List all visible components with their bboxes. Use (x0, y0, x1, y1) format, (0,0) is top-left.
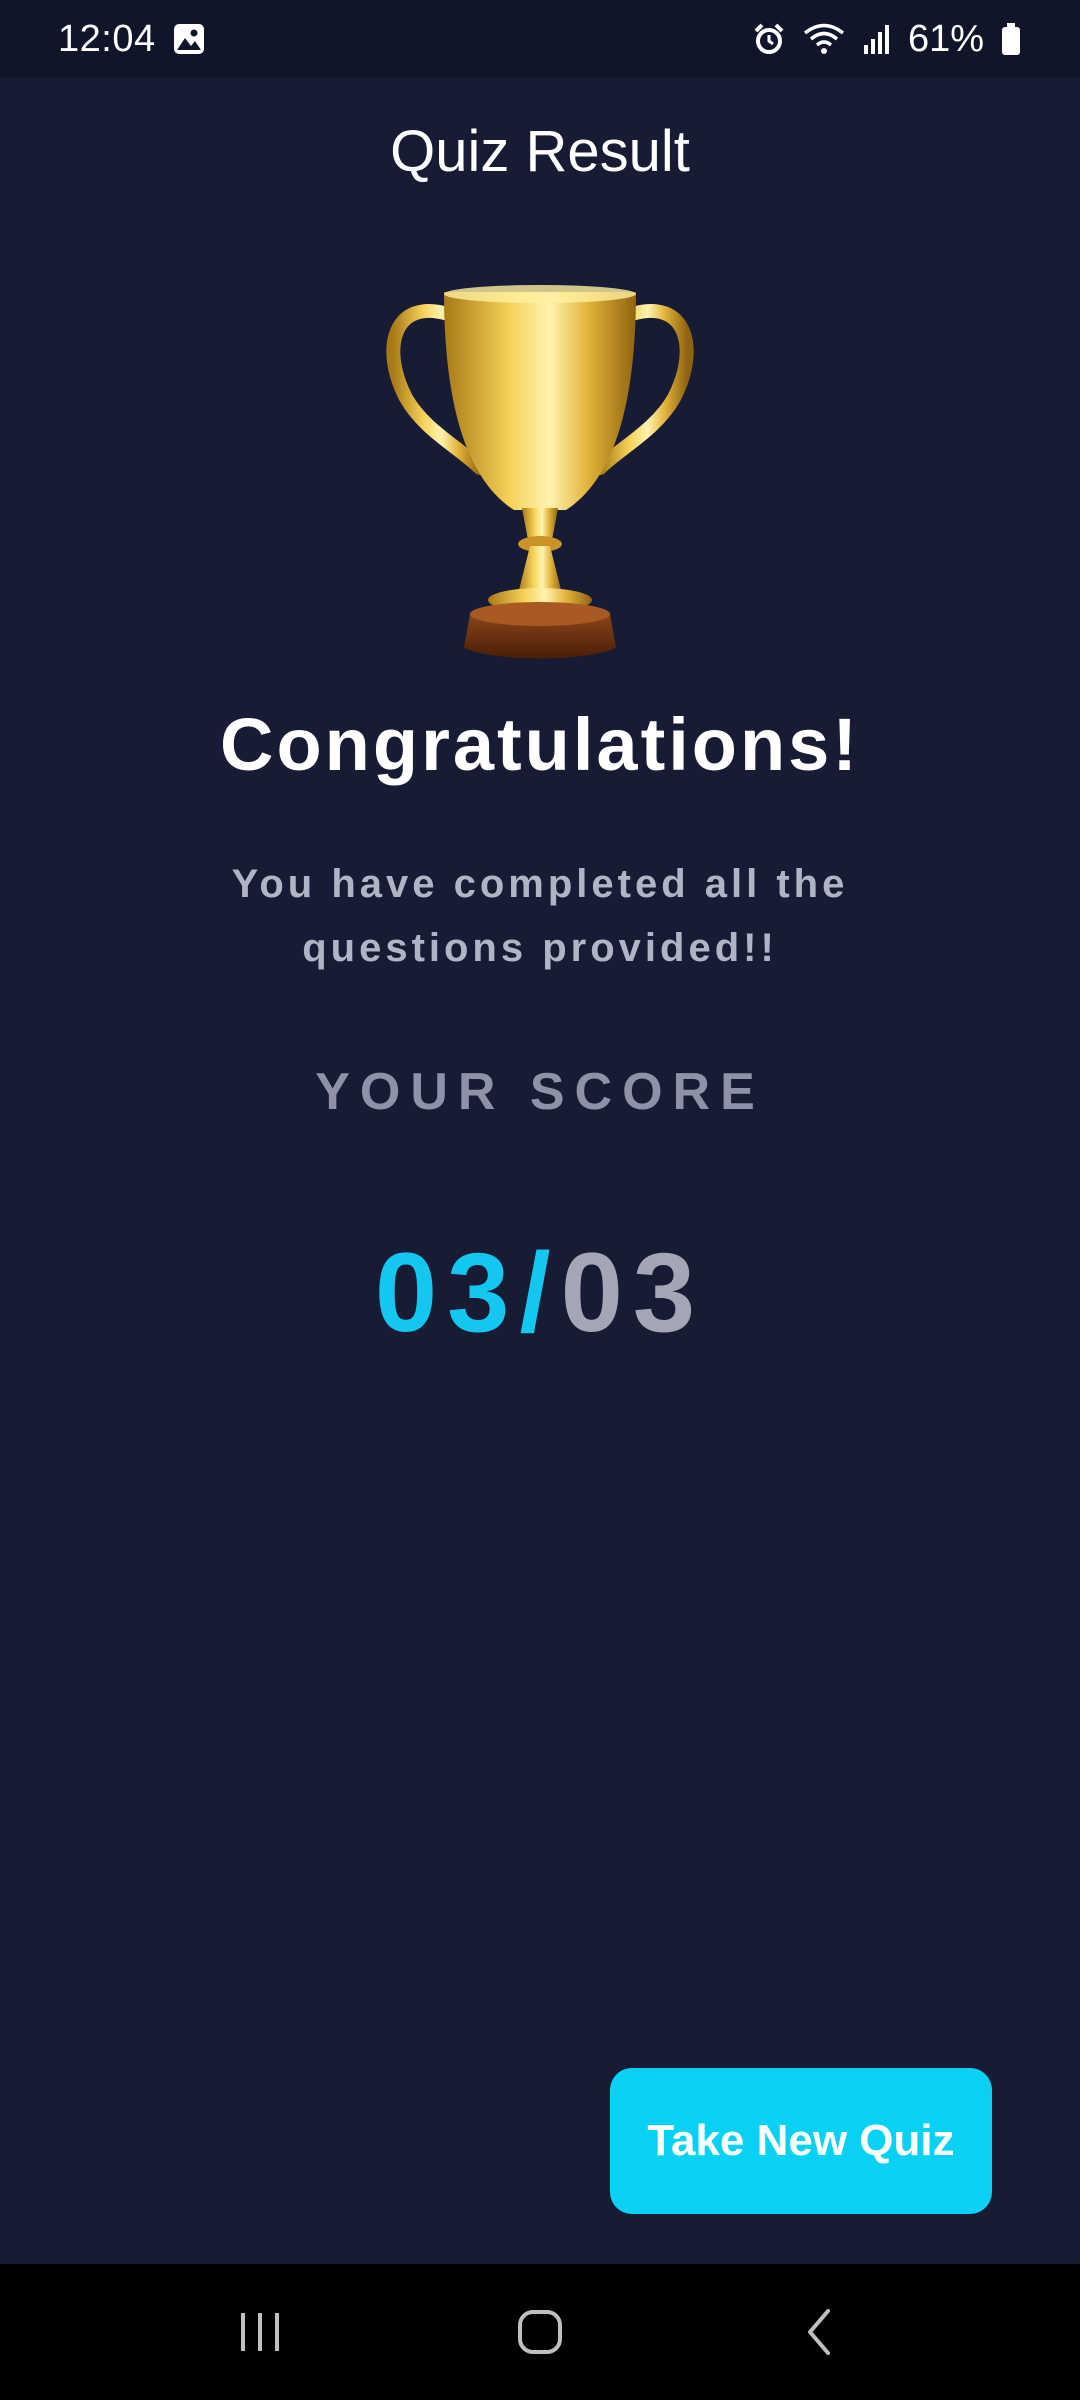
status-time: 12:04 (58, 17, 156, 60)
signal-icon (862, 23, 892, 55)
status-right: 61% (752, 18, 1022, 61)
trophy-icon (384, 278, 696, 662)
image-icon (172, 22, 206, 56)
alarm-icon (752, 22, 786, 56)
score-label: YOUR SCORE (315, 1063, 765, 1121)
congratulations-heading: Congratulations! (220, 703, 860, 786)
navigation-bar (0, 2264, 1080, 2400)
score-total: 03 (560, 1230, 706, 1355)
score-separator: / (519, 1230, 561, 1355)
wifi-icon (802, 22, 846, 56)
status-left: 12:04 (58, 18, 206, 61)
recent-apps-icon[interactable] (200, 2282, 320, 2382)
back-icon[interactable] (760, 2282, 880, 2382)
home-icon[interactable] (480, 2282, 600, 2382)
status-bar: 12:04 61% (0, 0, 1080, 78)
battery-icon (1000, 22, 1022, 56)
score-correct: 03 (374, 1230, 520, 1355)
take-new-quiz-button[interactable]: Take New Quiz (610, 2068, 992, 2214)
score-value: 03/03 (0, 1228, 1080, 1357)
battery-percent: 61% (907, 17, 984, 60)
quiz-result-screen: 12:04 61% Quiz Result Congratulations! Y… (0, 0, 1080, 2400)
page-title: Quiz Result (390, 119, 690, 184)
completion-message: You have completed all the questions pro… (231, 862, 849, 970)
